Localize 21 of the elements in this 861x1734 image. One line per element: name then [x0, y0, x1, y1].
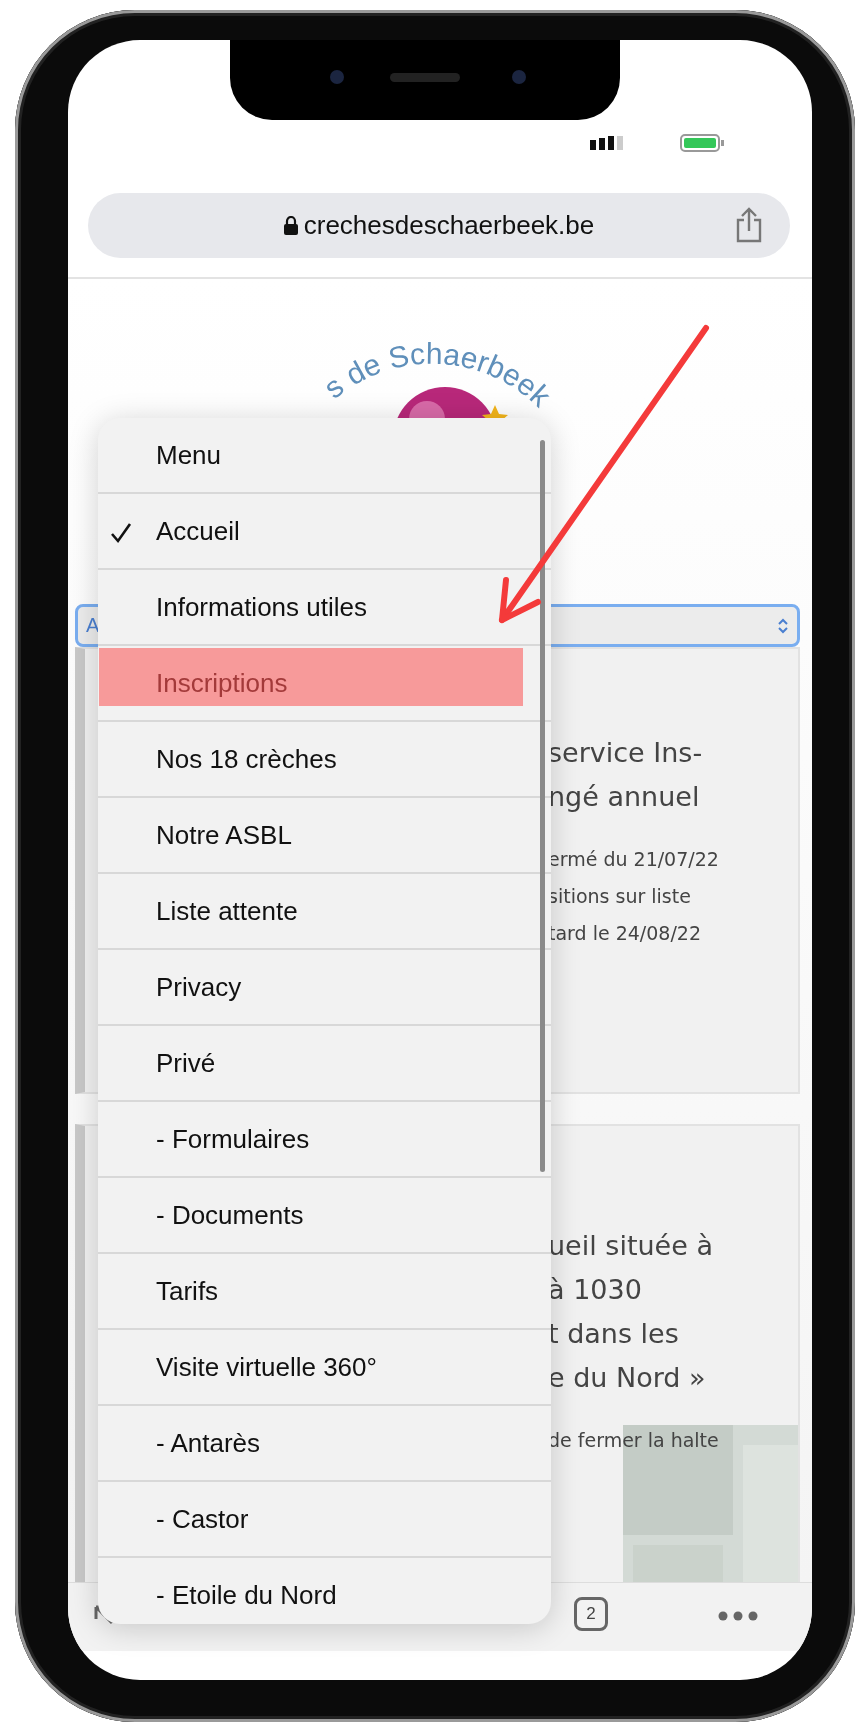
card-title: service Ins- — [548, 736, 703, 770]
more-icon[interactable] — [718, 1611, 758, 1621]
card-text: sitions sur liste — [548, 884, 691, 909]
address-bar[interactable]: crechesdeschaerbeek.be — [88, 193, 790, 258]
camera-lens — [330, 70, 344, 84]
menu-option[interactable]: Tarifs — [98, 1254, 551, 1330]
menu-option[interactable]: - Etoile du Nord — [98, 1558, 551, 1624]
menu-option[interactable]: - Documents — [98, 1178, 551, 1254]
card-title: ngé annuel — [548, 780, 700, 814]
menu-option[interactable]: - Antarès — [98, 1406, 551, 1482]
camera-lens — [512, 70, 526, 84]
share-icon[interactable] — [734, 207, 764, 243]
speaker-grille — [390, 73, 460, 82]
url-text: crechesdeschaerbeek.be — [303, 210, 595, 241]
battery-icon — [680, 134, 726, 152]
tabs-button[interactable]: 2 — [574, 1597, 608, 1631]
chevron-icon — [777, 616, 789, 635]
lock-icon — [283, 216, 298, 235]
card-title: ueil située à — [548, 1229, 713, 1263]
menu-option[interactable]: - Castor — [98, 1482, 551, 1558]
menu-option[interactable]: Visite virtuelle 360° — [98, 1330, 551, 1406]
